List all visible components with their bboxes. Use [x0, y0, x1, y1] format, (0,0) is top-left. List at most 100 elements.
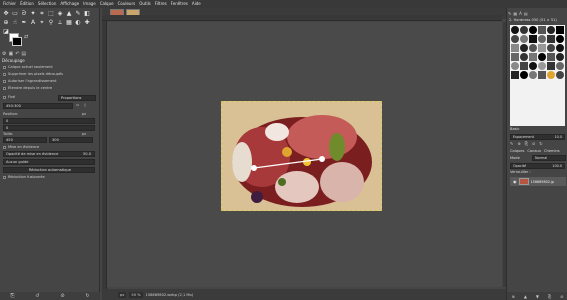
paths-tool-icon[interactable]: ✒ — [20, 19, 28, 27]
clone-tool-icon[interactable]: ⊕ — [2, 19, 10, 27]
auto-shrink-button[interactable]: Réduction automatique — [3, 167, 95, 173]
brush-item[interactable] — [556, 71, 564, 79]
menu-edit[interactable]: Édition — [20, 0, 34, 8]
smudge-tool-icon[interactable]: ☝ — [11, 19, 19, 27]
fixed-option[interactable]: Fixé — [3, 95, 15, 99]
current-layer-only-option[interactable]: Calque actuel seulement — [3, 65, 53, 69]
brush-item[interactable] — [538, 26, 546, 34]
brush-item[interactable] — [556, 35, 564, 43]
brush-item[interactable] — [529, 26, 537, 34]
size-unit[interactable]: px — [82, 132, 86, 136]
menu-select[interactable]: Sélection — [38, 0, 56, 8]
brush-item[interactable] — [538, 53, 546, 61]
ratio-field[interactable]: 450:300 — [3, 103, 73, 109]
brush-item[interactable] — [529, 62, 537, 70]
menu-colors[interactable]: Couleurs — [118, 0, 136, 8]
brush-item[interactable] — [511, 44, 519, 52]
delete-layer-icon[interactable]: ⊘ — [560, 294, 563, 299]
allow-growing-option[interactable]: Autoriser l'agrandissement — [3, 79, 57, 83]
duplicate-brush-icon[interactable]: ⎘ — [525, 141, 528, 147]
menu-filters[interactable]: Filtres — [155, 0, 167, 8]
spacing-slider[interactable]: Espacement 10.0 — [510, 134, 565, 140]
duplicate-layer-icon[interactable]: ⎘ — [548, 294, 551, 299]
save-preset-icon[interactable]: ⎘ — [10, 293, 14, 299]
channels-tab[interactable]: Canaux — [527, 148, 541, 154]
layer-name[interactable]: 158689802.jp — [531, 180, 555, 184]
brush-item[interactable] — [529, 71, 537, 79]
brush-item[interactable] — [538, 44, 546, 52]
zoom-select[interactable]: 50 % — [129, 291, 143, 298]
opacity-slider[interactable]: Opacité 100.0 — [510, 163, 565, 169]
gradient-tool-icon[interactable]: ▦ — [65, 19, 73, 27]
brush-item[interactable] — [520, 26, 528, 34]
unified-transform-tool-icon[interactable]: ⬚ — [47, 10, 55, 18]
refresh-brushes-icon[interactable]: ↻ — [539, 141, 542, 147]
brush-item[interactable] — [547, 35, 555, 43]
brush-item[interactable] — [520, 44, 528, 52]
rect-select-tool-icon[interactable]: ▭ — [11, 10, 19, 18]
tool-options-tab-icon[interactable]: ⚙ — [2, 51, 6, 58]
menu-view[interactable]: Affichage — [60, 0, 79, 8]
layers-tab[interactable]: Calques — [510, 148, 524, 154]
brush-item[interactable] — [520, 53, 528, 61]
layer-row[interactable]: ◉ 158689802.jp — [510, 177, 566, 186]
position-x-field[interactable]: 0 — [3, 118, 95, 124]
unit-select[interactable]: px — [118, 291, 127, 298]
menu-tools[interactable]: Outils — [139, 0, 151, 8]
paths-tab[interactable]: Chemins — [544, 148, 560, 154]
menu-help[interactable]: Aide — [192, 0, 201, 8]
new-layer-icon[interactable]: ⊕ — [511, 294, 514, 299]
delete-brush-icon[interactable]: ⊘ — [532, 141, 535, 147]
swap-colors-icon[interactable]: ⇄ — [24, 34, 28, 40]
brush-item[interactable] — [520, 35, 528, 43]
size-w-field[interactable]: 450 — [3, 137, 47, 143]
checkbox[interactable] — [3, 72, 6, 76]
brush-item[interactable] — [547, 62, 555, 70]
brush-item[interactable] — [511, 62, 519, 70]
landscape-icon[interactable]: ▭ — [76, 103, 79, 107]
fonts-tab-icon[interactable]: A — [519, 10, 522, 17]
menu-layer[interactable]: Calque — [100, 0, 114, 8]
move-tool-icon[interactable]: ✥ — [2, 10, 10, 18]
brush-item[interactable] — [547, 44, 555, 52]
brush-item[interactable] — [556, 44, 564, 52]
brush-item[interactable] — [529, 35, 537, 43]
menu-image[interactable]: Image — [83, 0, 96, 8]
brush-item[interactable] — [556, 62, 564, 70]
warp-tool-icon[interactable]: ◈ — [56, 10, 64, 18]
text-tool-icon[interactable]: A — [29, 19, 37, 27]
fixed-mode-select[interactable]: Proportions — [58, 95, 96, 101]
brush-item[interactable] — [511, 35, 519, 43]
checkbox[interactable] — [3, 95, 6, 99]
device-status-tab-icon[interactable]: ▣ — [8, 51, 13, 58]
reset-options-icon[interactable]: ↻ — [85, 293, 89, 299]
mode-select[interactable]: Normal — [532, 155, 566, 161]
highlight-opacity-slider[interactable]: Opacité de mise en évidence 50.0 — [3, 151, 95, 157]
images-tab-icon[interactable]: ▤ — [21, 51, 26, 58]
undo-history-tab-icon[interactable]: ↶ — [15, 51, 19, 58]
checkbox[interactable] — [3, 86, 6, 90]
menu-file[interactable]: Fichier — [3, 0, 16, 8]
brush-item[interactable] — [547, 26, 555, 34]
portrait-icon[interactable]: ▯ — [84, 103, 86, 107]
zoom-tool-icon[interactable]: ⚲ — [47, 19, 55, 27]
position-y-field[interactable]: 0 — [3, 125, 95, 131]
checkbox[interactable] — [3, 145, 6, 149]
highlight-option[interactable]: Mise en évidence — [3, 145, 39, 149]
measure-tool-icon[interactable]: ⟂ — [56, 19, 64, 27]
brush-item[interactable] — [547, 71, 555, 79]
brush-item[interactable] — [538, 71, 546, 79]
bucket-fill-tool-icon[interactable]: ▲ — [65, 10, 73, 18]
brush-item[interactable] — [511, 53, 519, 61]
brush-item[interactable] — [556, 26, 564, 34]
new-brush-icon[interactable]: ⊕ — [517, 141, 520, 147]
paintbrush-tool-icon[interactable]: ✎ — [74, 10, 82, 18]
brushes-tab-icon[interactable]: ✎ — [508, 10, 511, 17]
color-picker-tool-icon[interactable]: ⌖ — [38, 19, 46, 27]
guide-select[interactable]: Aucun guide — [3, 159, 95, 165]
brush-tag[interactable]: Basic — [510, 127, 520, 131]
lower-layer-icon[interactable]: ▼ — [536, 294, 539, 299]
image-layer[interactable] — [221, 101, 382, 211]
crop-tool-icon[interactable]: ⌗ — [38, 10, 46, 18]
raise-layer-icon[interactable]: ▲ — [524, 294, 527, 299]
